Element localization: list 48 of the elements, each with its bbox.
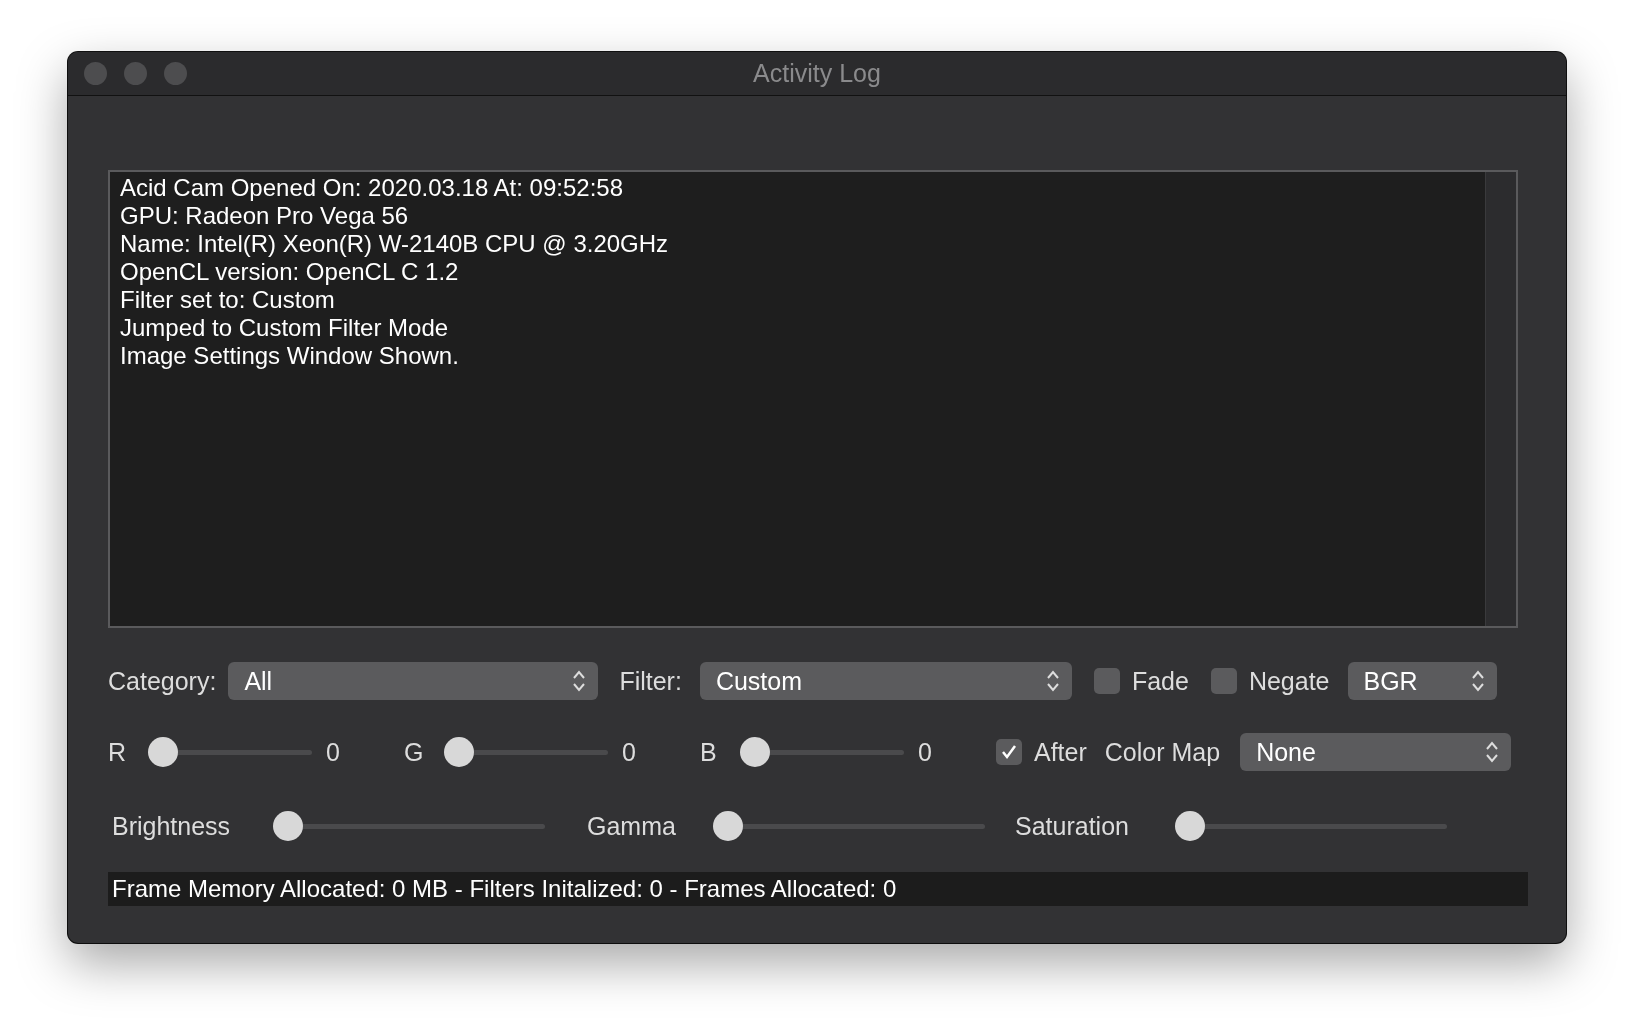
chevron-icon [1470, 668, 1485, 694]
checkbox[interactable] [996, 739, 1022, 765]
window-title: Activity Log [753, 59, 881, 88]
slider-thumb[interactable] [444, 737, 474, 767]
slider-thumb[interactable] [740, 737, 770, 767]
filter-select[interactable]: Custom [699, 662, 1072, 700]
slider-thumb[interactable] [148, 737, 178, 767]
log-line: Name: Intel(R) Xeon(R) W-2140B CPU @ 3.20GHz [120, 230, 669, 258]
slider[interactable] [713, 811, 985, 841]
slider-label: B [700, 737, 718, 767]
checkbox-label: Negate [1248, 666, 1330, 696]
color-map-label: Color Map [1104, 737, 1221, 767]
slider[interactable] [1175, 811, 1447, 841]
slider-label: Saturation [1015, 811, 1130, 841]
checkbox[interactable] [1210, 668, 1237, 694]
checkbox-label: After [1034, 737, 1087, 767]
log-line: Acid Cam Opened On: 2020.03.18 At: 09:52:58 [120, 174, 623, 202]
log-line: OpenCL version: OpenCL C 1.2 [120, 258, 459, 286]
slider-label: R [108, 737, 128, 767]
color-order-select[interactable]: BGR [1347, 662, 1497, 700]
slider[interactable] [148, 737, 312, 767]
log-line: Jumped to Custom Filter Mode [120, 314, 449, 342]
log-line: Image Settings Window Shown. [120, 342, 459, 370]
slider-value: 0 [622, 737, 636, 767]
category-select[interactable]: All [228, 662, 599, 700]
scrollbar-track[interactable] [1485, 172, 1516, 626]
log-line: Filter set to: Custom [120, 286, 335, 314]
slider[interactable] [444, 737, 608, 767]
chevron-icon [572, 668, 587, 694]
checkbox[interactable] [1093, 668, 1120, 694]
slider-label: Gamma [587, 811, 677, 841]
slider-value: 0 [918, 737, 932, 767]
status-text: Frame Memory Allocated: 0 MB - Filters Initalized: 0 - Frames Allocated: 0 [112, 875, 897, 903]
slider-thumb[interactable] [713, 811, 743, 841]
category-label: Category: [108, 666, 217, 696]
slider-thumb[interactable] [1175, 811, 1205, 841]
chevron-icon [1485, 739, 1500, 765]
slider[interactable] [273, 811, 545, 841]
filter-label: Filter: [619, 666, 682, 696]
slider-thumb[interactable] [273, 811, 303, 841]
slider-label: G [404, 737, 425, 767]
slider-label: Brightness [112, 811, 232, 841]
slider-value: 0 [326, 737, 340, 767]
color-map-select[interactable]: None [1240, 733, 1512, 771]
slider[interactable] [740, 737, 904, 767]
chevron-icon [1045, 668, 1060, 694]
checkbox-label: Fade [1131, 666, 1189, 696]
log-line: GPU: Radeon Pro Vega 56 [120, 202, 409, 230]
